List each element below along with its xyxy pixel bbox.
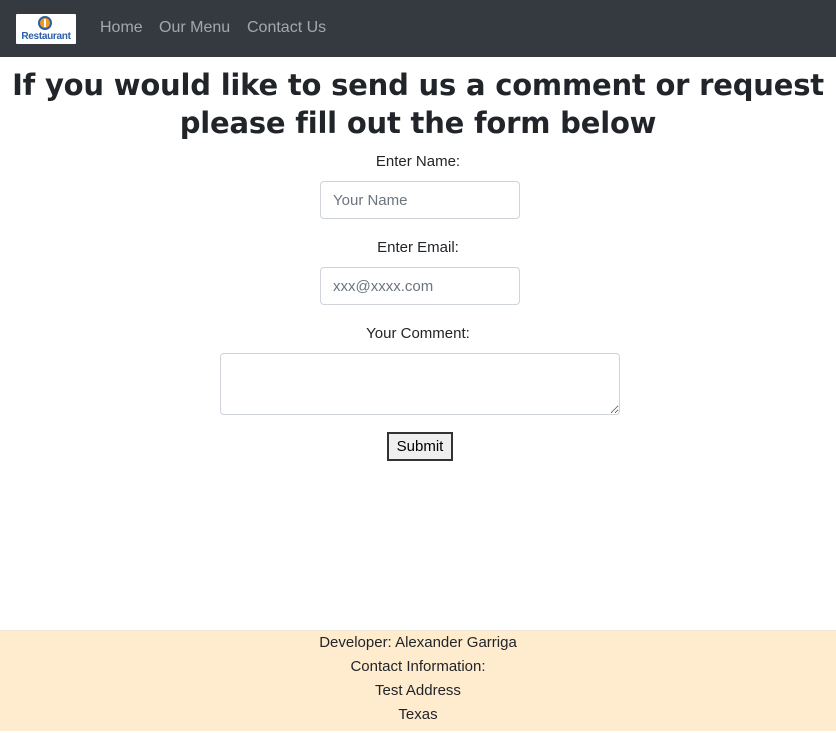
comment-label: Your Comment: bbox=[366, 325, 470, 342]
name-input[interactable] bbox=[320, 181, 520, 219]
footer-state: Texas bbox=[398, 706, 438, 723]
restaurant-logo-icon[interactable]: Restaurant bbox=[16, 14, 76, 44]
fork-icon bbox=[44, 19, 46, 27]
navbar: Restaurant Home Our Menu Contact Us bbox=[0, 0, 836, 57]
logo-text: Restaurant bbox=[21, 31, 71, 42]
nav-link-contact-us[interactable]: Contact Us bbox=[247, 18, 326, 38]
footer: Developer: Alexander Garriga Contact Inf… bbox=[0, 630, 836, 731]
comment-textarea[interactable] bbox=[220, 353, 620, 415]
name-label: Enter Name: bbox=[375, 153, 461, 170]
nav-link-our-menu[interactable]: Our Menu bbox=[159, 18, 230, 38]
nav-link-home[interactable]: Home bbox=[100, 18, 143, 38]
footer-developer: Developer: Alexander Garriga bbox=[319, 634, 517, 651]
submit-button[interactable]: Submit bbox=[387, 432, 453, 461]
footer-address: Test Address bbox=[375, 682, 461, 699]
page-title: If you would like to send us a comment o… bbox=[12, 68, 824, 140]
footer-contact-heading: Contact Information: bbox=[350, 658, 486, 675]
email-label: Enter Email: bbox=[377, 239, 459, 256]
email-input[interactable] bbox=[320, 267, 520, 305]
